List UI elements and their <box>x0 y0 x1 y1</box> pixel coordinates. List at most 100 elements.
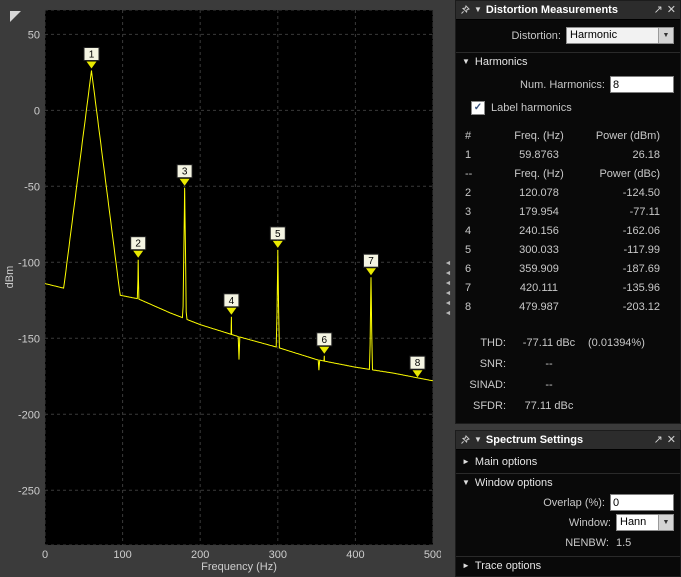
table-cell: 7 <box>456 282 491 294</box>
distortion-dropdown-value: Harmonic <box>567 28 658 43</box>
splitter-arrow-icon: ◄ <box>445 310 452 317</box>
window-options-section-header[interactable]: ▼ Window options <box>456 473 680 491</box>
table-row: 7420.111-135.96 <box>456 278 680 297</box>
trace-options-section-header[interactable]: ► Trace options <box>456 556 680 574</box>
label-harmonics-checkbox[interactable]: ✓ <box>471 101 485 115</box>
table-cell: Power (dBm) <box>587 130 680 142</box>
summary-block: THD:-77.11 dBc(0.01394%)SNR:--SINAD:--SF… <box>456 332 680 416</box>
section-collapse-icon: ▼ <box>462 58 470 66</box>
splitter-arrow-icon: ◄ <box>445 290 452 297</box>
close-icon[interactable]: ✕ <box>667 435 676 446</box>
table-cell: 59.8763 <box>491 149 587 161</box>
svg-text:100: 100 <box>113 549 131 561</box>
table-cell: 3 <box>456 206 491 218</box>
table-cell: 359.909 <box>491 263 587 275</box>
table-cell: # <box>456 130 491 142</box>
marker-number: 8 <box>415 358 421 369</box>
svg-text:-100: -100 <box>18 257 40 269</box>
spectrum-chart: 12345678 0100200300400500500-50-100-150-… <box>0 0 441 577</box>
table-cell: Power (dBc) <box>587 168 680 180</box>
overlap-input[interactable] <box>610 494 674 511</box>
table-cell: 2 <box>456 187 491 199</box>
table-row: 3179.954-77.11 <box>456 202 680 221</box>
splitter-arrow-icon: ◄ <box>445 270 452 277</box>
collapse-panel-icon[interactable]: ▼ <box>474 6 482 14</box>
marker-number: 5 <box>275 229 281 240</box>
table-row: 6359.909-187.69 <box>456 259 680 278</box>
summary-sl: SNR: <box>456 358 506 370</box>
chevron-down-icon: ▼ <box>658 515 673 530</box>
table-row: 8479.987-203.12 <box>456 297 680 316</box>
nenbw-row: NENBW: 1.5 <box>462 534 674 551</box>
marker-number: 1 <box>89 50 95 61</box>
num-harmonics-input[interactable] <box>610 76 674 93</box>
svg-text:500: 500 <box>424 549 441 561</box>
x-axis-label: Frequency (Hz) <box>201 561 277 573</box>
distortion-panel-body: Distortion: Harmonic ▼ ▼ Harmonics Num. … <box>456 20 680 417</box>
panel-title: Spectrum Settings <box>486 434 650 446</box>
panel-title: Distortion Measurements <box>486 4 650 16</box>
spectrum-analyzer-window: 12345678 0100200300400500500-50-100-150-… <box>0 0 681 577</box>
chevron-down-icon: ▼ <box>658 28 673 43</box>
close-icon[interactable]: ✕ <box>667 5 676 16</box>
table-cell: 26.18 <box>587 149 680 161</box>
trace-options-label: Trace options <box>475 560 541 572</box>
table-header-row: #Freq. (Hz)Power (dBm) <box>456 126 680 145</box>
plot-area[interactable] <box>45 10 433 545</box>
table-cell: Freq. (Hz) <box>491 168 587 180</box>
table-cell: -162.06 <box>587 225 680 237</box>
collapse-panel-icon[interactable]: ▼ <box>474 436 482 444</box>
svg-text:-250: -250 <box>18 485 40 497</box>
y-axis-label: dBm <box>4 266 16 289</box>
distortion-panel-titlebar: ▼ Distortion Measurements ↗ ✕ <box>456 1 680 20</box>
distortion-dropdown[interactable]: Harmonic ▼ <box>566 27 674 44</box>
num-harmonics-label: Num. Harmonics: <box>462 79 605 91</box>
window-options-label: Window options <box>475 477 553 489</box>
table-cell: 179.954 <box>491 206 587 218</box>
settings-panel-body: ► Main options ▼ Window options Overlap … <box>456 450 680 575</box>
pin-icon[interactable] <box>460 435 470 445</box>
table-cell: 5 <box>456 244 491 256</box>
svg-text:400: 400 <box>346 549 364 561</box>
svg-text:-200: -200 <box>18 409 40 421</box>
marker-number: 2 <box>135 239 141 250</box>
undock-icon[interactable]: ↗ <box>654 435 663 446</box>
table-cell: -187.69 <box>587 263 680 275</box>
window-dropdown[interactable]: Hann ▼ <box>616 514 674 531</box>
overlap-row: Overlap (%): <box>462 494 674 511</box>
pin-icon[interactable] <box>460 5 470 15</box>
window-row: Window: Hann ▼ <box>462 514 674 531</box>
table-cell: -203.12 <box>587 301 680 313</box>
num-harmonics-row: Num. Harmonics: <box>462 76 674 93</box>
table-cell: -135.96 <box>587 282 680 294</box>
settings-panel-titlebar: ▼ Spectrum Settings ↗ ✕ <box>456 431 680 450</box>
marker-number: 3 <box>182 167 188 178</box>
undock-icon[interactable]: ↗ <box>654 5 663 16</box>
table-cell: 300.033 <box>491 244 587 256</box>
nenbw-value: 1.5 <box>614 537 674 549</box>
panel-splitter[interactable]: ◄◄◄◄◄◄ <box>441 0 455 577</box>
table-cell: 479.987 <box>491 301 587 313</box>
table-cell: -77.11 <box>587 206 680 218</box>
dock-panels: ▼ Distortion Measurements ↗ ✕ Distortion… <box>455 0 681 577</box>
marker-number: 6 <box>322 335 328 346</box>
harmonics-table: #Freq. (Hz)Power (dBm)159.876326.18--Fre… <box>456 126 680 316</box>
harmonics-section-label: Harmonics <box>475 56 528 68</box>
table-cell: 4 <box>456 225 491 237</box>
spectrum-plot: 12345678 0100200300400500500-50-100-150-… <box>0 0 441 577</box>
splitter-arrow-icon: ◄ <box>445 260 452 267</box>
svg-text:-150: -150 <box>18 333 40 345</box>
distortion-measurements-panel: ▼ Distortion Measurements ↗ ✕ Distortion… <box>455 0 681 424</box>
svg-text:0: 0 <box>42 549 48 561</box>
splitter-arrow-icon: ◄ <box>445 280 452 287</box>
section-collapse-icon: ► <box>462 562 470 570</box>
main-options-section-header[interactable]: ► Main options <box>456 453 680 470</box>
label-harmonics-label: Label harmonics <box>491 102 572 114</box>
plot-corner-marker <box>10 11 21 22</box>
summary-row: THD:-77.11 dBc(0.01394%) <box>456 332 680 353</box>
summary-row: SNR:-- <box>456 353 680 374</box>
nenbw-label: NENBW: <box>462 537 609 549</box>
harmonics-section-header[interactable]: ▼ Harmonics <box>456 52 680 70</box>
table-row: 5300.033-117.99 <box>456 240 680 259</box>
spectrum-settings-panel: ▼ Spectrum Settings ↗ ✕ ► Main options ▼… <box>455 430 681 577</box>
